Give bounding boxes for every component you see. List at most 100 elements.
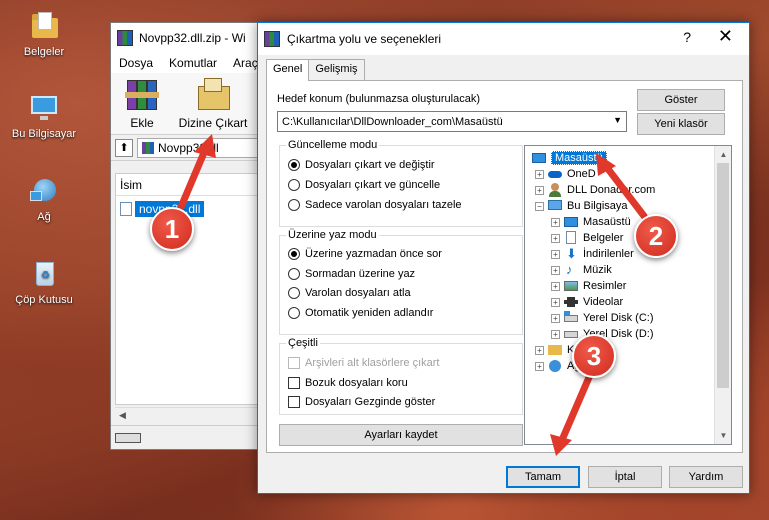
desktop-icon-label: Belgeler (23, 46, 65, 58)
expand-icon[interactable]: + (551, 233, 560, 243)
close-icon[interactable]: ✕ (718, 26, 733, 47)
option-label: Varolan dosyaları atla (305, 287, 411, 299)
extract-to-button[interactable]: Dizine Çıkart (173, 73, 253, 134)
winrar-title: Novpp32.dll.zip - Wi (139, 31, 246, 45)
chevron-down-icon[interactable]: ▼ (613, 115, 622, 125)
desktop-icon-recycle-bin[interactable]: ♻ Çöp Kutusu (4, 258, 84, 306)
dll-file-icon (120, 202, 132, 216)
scroll-down-icon[interactable]: ▼ (715, 427, 731, 444)
expand-icon[interactable]: + (535, 345, 544, 355)
save-settings-button[interactable]: Ayarları kaydet (279, 424, 523, 446)
expand-icon[interactable]: + (551, 249, 560, 259)
tab-general[interactable]: Genel (266, 59, 310, 81)
tree-item-desktop-sub[interactable]: + Masaüstü (551, 214, 631, 230)
tree-item-pictures[interactable]: + Resimler (551, 278, 626, 294)
expand-icon[interactable]: + (551, 217, 560, 227)
update-mode-group: Güncelleme modu Dosyaları çıkart ve deği… (279, 139, 523, 227)
tree-item-label: İndirilenler (583, 248, 634, 260)
overwrite-mode-group: Üzerine yaz modu Üzerine yazmadan önce s… (279, 229, 523, 335)
videos-icon (563, 295, 579, 309)
folder-tree[interactable]: Masaüstü + OneD + DLL Do nader.com − Bu B… (524, 145, 732, 445)
archive-path-field[interactable]: Novpp32.dl (137, 137, 269, 158)
general-tab-panel: Hedef konum (bulunmazsa oluşturulacak) C… (266, 80, 743, 453)
tree-item-label: Resimler (583, 280, 627, 292)
misc-title: Çeşitli (286, 337, 320, 349)
tree-item-onedrive[interactable]: + OneD (535, 166, 596, 182)
option-label: Dosyaları çıkart ve güncelle (305, 179, 441, 191)
misc-options-group: Çeşitli Arşivleri alt klasörlere çıkart … (279, 337, 523, 415)
tab-advanced[interactable]: Gelişmiş (308, 59, 365, 81)
new-folder-button[interactable]: Yeni klasör (637, 113, 725, 135)
tree-item-videos[interactable]: + Videolar (551, 294, 623, 310)
tree-item-this-pc[interactable]: − Bu Bilgisaya (535, 198, 628, 214)
tree-item-documents[interactable]: + Belgeler (551, 230, 623, 246)
tree-item-label: OneD (567, 168, 596, 180)
radio-extract-replace[interactable]: Dosyaları çıkart ve değiştir (288, 159, 435, 171)
checkbox-show-in-explorer[interactable]: Dosyaları Gezginde göster (288, 396, 435, 408)
desktop-icon-documents[interactable]: Belgeler (4, 10, 84, 58)
expand-icon[interactable]: + (535, 169, 544, 179)
winrar-menu-bar: Dosya Komutlar Araçla (111, 53, 269, 73)
file-list: İsim novpp32.dll (115, 173, 269, 405)
destination-path-field[interactable]: C:\Kullanıcılar\DllDownloader_com\Masaüs… (277, 111, 627, 132)
radio-overwrite-without-prompt[interactable]: Sormadan üzerine yaz (288, 268, 415, 280)
destination-label: Hedef konum (bulunmazsa oluşturulacak) (277, 93, 480, 105)
radio-button (288, 268, 300, 280)
ok-button[interactable]: Tamam (506, 466, 580, 488)
expand-icon[interactable]: + (535, 185, 544, 195)
extract-to-label: Dizine Çıkart (178, 116, 248, 130)
checkbox-keep-broken-files[interactable]: Bozuk dosyaları koru (288, 377, 408, 389)
radio-skip-existing[interactable]: Varolan dosyaları atla (288, 287, 411, 299)
checkbox-extract-subfolders[interactable]: Arşivleri alt klasörlere çıkart (288, 357, 439, 369)
annotation-badge-1: 1 (150, 207, 194, 251)
menu-commands[interactable]: Komutlar (161, 56, 225, 70)
expand-icon[interactable]: + (551, 281, 560, 291)
radio-ask-before-overwrite[interactable]: Üzerine yazmadan önce sor (288, 248, 442, 260)
expand-icon[interactable]: + (551, 313, 560, 323)
expand-icon[interactable]: + (551, 265, 560, 275)
network-globe-icon (28, 175, 60, 207)
desktop-icon-this-pc[interactable]: Bu Bilgisayar (4, 92, 84, 140)
desktop-icon-label: Bu Bilgisayar (11, 128, 77, 140)
tree-item-label: Yerel Disk (C:) (583, 312, 654, 324)
tree-item-desktop[interactable]: Masaüstü (531, 150, 607, 166)
tree-vertical-scrollbar[interactable]: ▲ ▼ (714, 146, 731, 444)
show-button[interactable]: Göster (637, 89, 725, 111)
collapse-icon[interactable]: − (535, 201, 544, 211)
tree-item-downloads[interactable]: + ⬇ İndirilenler (551, 246, 634, 262)
scrollbar-thumb[interactable] (717, 163, 729, 388)
radio-button-checked (288, 248, 300, 260)
archive-books-icon (123, 76, 161, 112)
radio-button-checked (288, 159, 300, 171)
winrar-title-bar[interactable]: Novpp32.dll.zip - Wi (111, 23, 269, 53)
recycle-bin-icon: ♻ (28, 258, 60, 290)
scroll-up-icon[interactable]: ▲ (715, 146, 731, 163)
menu-file[interactable]: Dosya (111, 56, 161, 70)
help-icon[interactable]: ? (683, 29, 691, 45)
option-label: Dosyaları Gezginde göster (305, 396, 436, 408)
option-label: Dosyaları çıkart ve değiştir (305, 159, 435, 171)
expand-icon[interactable]: + (551, 329, 560, 339)
tree-item-label: Müzik (583, 264, 612, 276)
up-folder-button[interactable]: ⬆ (115, 138, 133, 157)
list-item[interactable]: novpp32.dll (116, 200, 268, 218)
dialog-title-bar[interactable]: Çıkartma yolu ve seçenekleri ? ✕ (258, 23, 749, 55)
tree-item-user[interactable]: + DLL Do nader.com (535, 182, 655, 198)
desktop-icon-network[interactable]: Ağ (4, 175, 84, 223)
help-button[interactable]: Yardım (669, 466, 743, 488)
tree-item-drive-c[interactable]: + Yerel Disk (C:) (551, 310, 654, 326)
radio-auto-rename[interactable]: Otomatik yeniden adlandır (288, 307, 433, 319)
expand-icon[interactable]: + (551, 297, 560, 307)
winrar-logo-icon (264, 31, 280, 47)
expand-icon[interactable]: + (535, 361, 544, 371)
cancel-button[interactable]: İptal (588, 466, 662, 488)
arrow-up-icon: ⬆ (119, 142, 129, 154)
archive-icon (142, 141, 154, 154)
radio-freshen-existing[interactable]: Sadece varolan dosyaları tazele (288, 199, 462, 211)
column-name-header[interactable]: İsim (116, 174, 268, 196)
radio-extract-update[interactable]: Dosyaları çıkart ve güncelle (288, 179, 440, 191)
add-button[interactable]: Ekle (111, 73, 173, 134)
libraries-icon (547, 343, 563, 357)
horizontal-scrollbar[interactable]: ◀ (115, 407, 269, 423)
tree-item-music[interactable]: + ♪ Müzik (551, 262, 612, 278)
